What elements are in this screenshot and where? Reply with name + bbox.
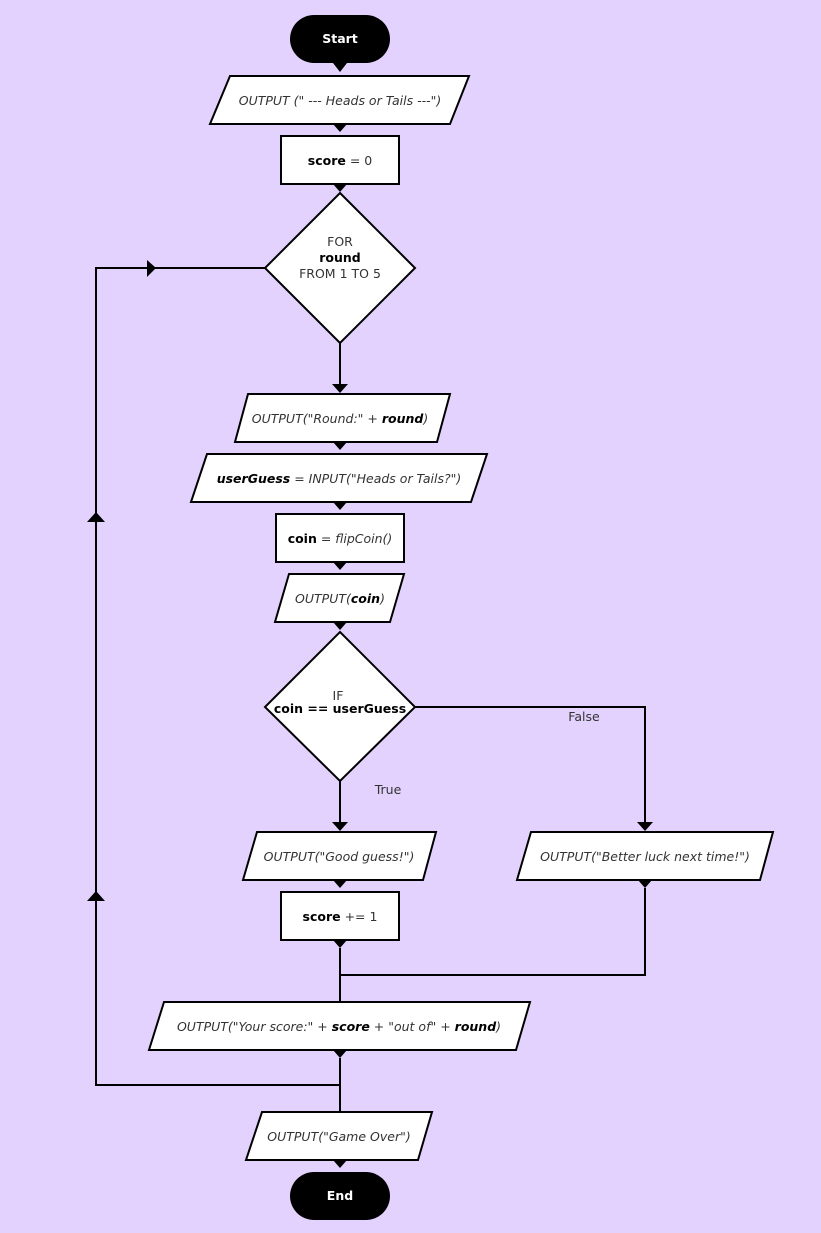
arrow-down-icon (333, 622, 347, 630)
game-over-node: OUTPUT("Game Over") (244, 1111, 434, 1161)
arrow-down-icon (333, 880, 347, 888)
score-init-text: score = 0 (308, 153, 373, 168)
end-terminal: End (290, 1172, 390, 1220)
for-keyword: FOR (327, 234, 353, 249)
for-variable: round (319, 250, 361, 265)
for-loop-decision: FOR round FROM 1 TO 5 (263, 191, 417, 345)
better-luck-text: OUTPUT("Better luck next time!") (540, 849, 750, 864)
true-label: True (374, 782, 402, 797)
end-label: End (327, 1188, 353, 1203)
score-init-node: score = 0 (280, 135, 400, 185)
arrow-down-icon (638, 880, 652, 888)
arrow-down-icon (333, 442, 347, 450)
output-title-node: OUTPUT (" --- Heads or Tails ---") (208, 75, 471, 125)
if-decision: IF coin == userGuess (263, 630, 417, 783)
coin-output-text: OUTPUT(coin) (295, 591, 385, 606)
arrow-down-icon (333, 940, 347, 948)
output-title-text: OUTPUT (" --- Heads or Tails ---") (239, 93, 442, 108)
flowchart: Start OUTPUT (" --- Heads or Tails ---")… (87, 15, 775, 1220)
arrow-down-icon (333, 562, 347, 570)
arrow-down-icon (332, 384, 348, 393)
arrow-down-icon (332, 822, 348, 831)
arrow-down-icon (333, 1160, 347, 1168)
good-guess-text: OUTPUT("Good guess!") (264, 849, 415, 864)
start-terminal: Start (290, 15, 390, 63)
start-label: Start (322, 31, 358, 46)
arrow-down-icon (637, 822, 653, 831)
coin-output-node: OUTPUT(coin) (273, 573, 406, 623)
score-inc-text: score += 1 (303, 909, 378, 924)
score-inc-node: score += 1 (280, 891, 400, 941)
input-guess-text: userGuess = INPUT("Heads or Tails?") (217, 471, 462, 486)
for-range: FROM 1 TO 5 (299, 266, 381, 281)
arrow-down-icon (333, 184, 347, 192)
good-guess-node: OUTPUT("Good guess!") (241, 831, 438, 881)
false-label: False (568, 709, 600, 724)
input-guess-node: userGuess = INPUT("Heads or Tails?") (189, 453, 489, 503)
flip-coin-text: coin = flipCoin() (288, 531, 393, 546)
better-luck-node: OUTPUT("Better luck next time!") (515, 831, 775, 881)
arrow-up-icon (87, 891, 105, 901)
game-over-text: OUTPUT("Game Over") (267, 1129, 410, 1144)
flip-coin-node: coin = flipCoin() (275, 513, 405, 563)
score-output-text: OUTPUT("Your score:" + score + "out of" … (177, 1019, 501, 1034)
arrow-right-icon (147, 260, 156, 277)
arrow-up-icon (87, 512, 105, 522)
score-output-node: OUTPUT("Your score:" + score + "out of" … (147, 1001, 532, 1051)
round-output-text: OUTPUT("Round:" + round) (252, 411, 428, 426)
arrow-down-icon (333, 124, 347, 132)
round-output-node: OUTPUT("Round:" + round) (233, 393, 452, 443)
arrow-down-icon (333, 63, 347, 72)
arrow-down-icon (333, 1050, 347, 1058)
edge-false (415, 706, 646, 825)
if-condition: coin == userGuess (274, 701, 406, 716)
arrow-down-icon (333, 502, 347, 510)
